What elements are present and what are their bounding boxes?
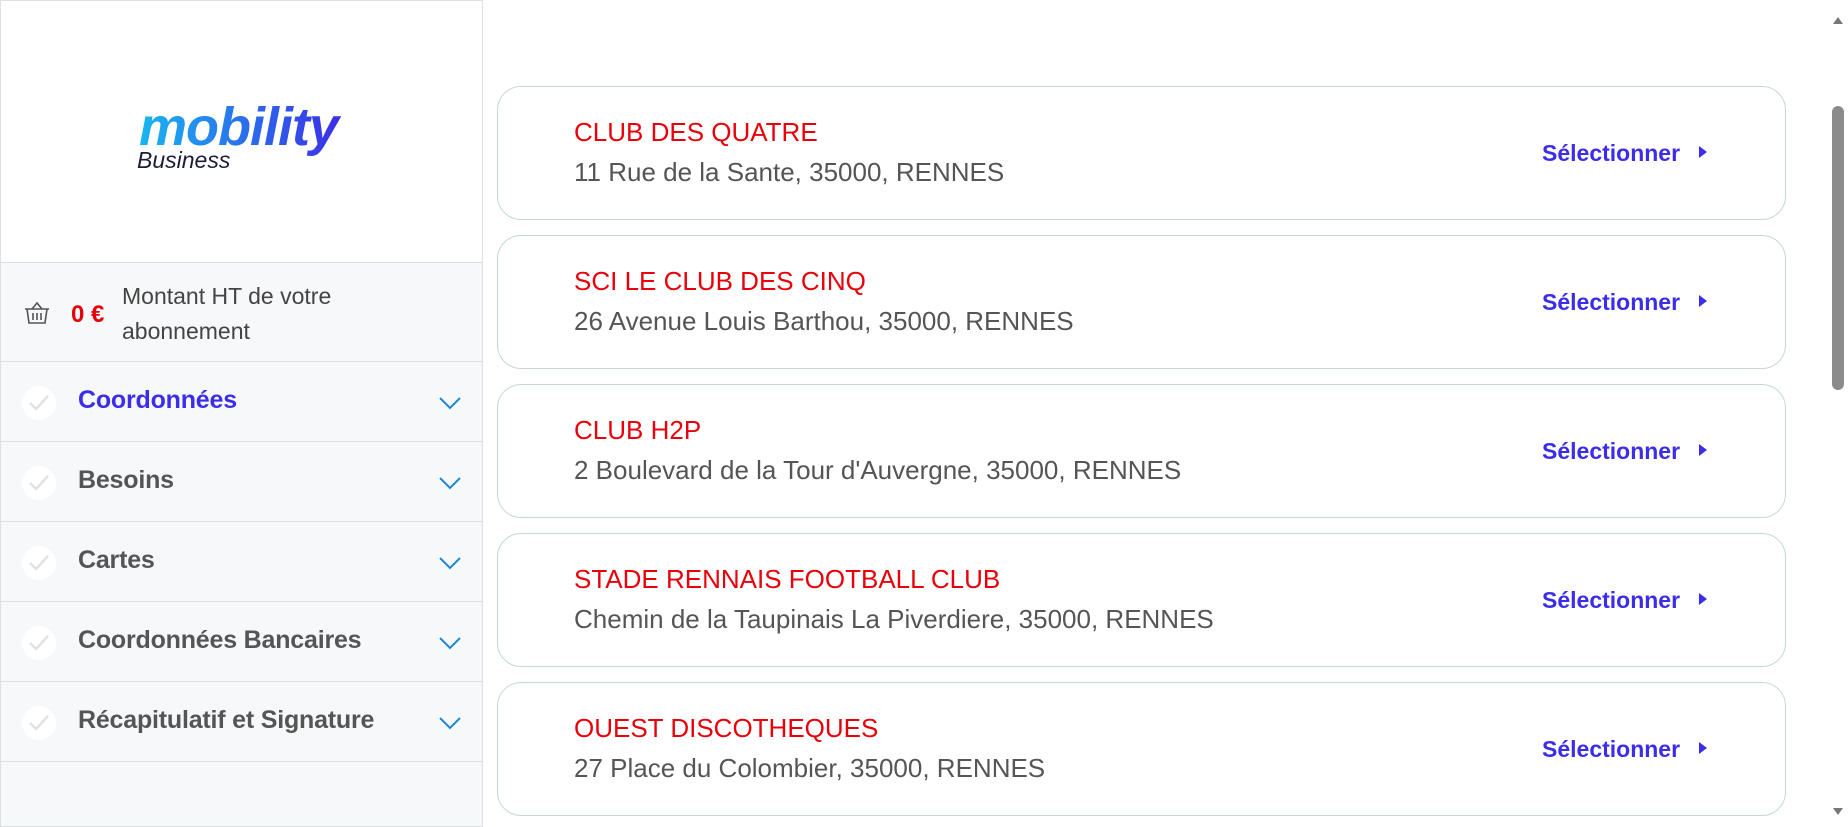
result-name: CLUB H2P — [574, 415, 702, 445]
result-name: STADE RENNAIS FOOTBALL CLUB — [574, 564, 1001, 594]
subscription-amount-row: 0 € Montant HT de votre abonnement — [1, 263, 482, 362]
step-label: Récapitulatif et Signature — [78, 706, 375, 734]
chevron-down-icon[interactable] — [439, 556, 461, 575]
result-name: OUEST DISCOTHEQUES — [574, 713, 879, 743]
result-address: 26 Avenue Louis Barthou, 35000, RENNES — [574, 306, 1074, 336]
logo-sub-text: Business — [137, 147, 231, 173]
select-button-label: Sélectionner — [1542, 289, 1681, 315]
logo-area: mobility Business — [1, 1, 482, 263]
check-icon — [22, 386, 56, 420]
step-besoins[interactable]: Besoins — [1, 442, 482, 522]
caret-right-icon — [1698, 741, 1708, 760]
result-card[interactable]: OUEST DISCOTHEQUES 27 Place du Colombier… — [497, 682, 1786, 816]
caret-right-icon — [1698, 443, 1708, 462]
subscription-amount: 0 € — [71, 301, 105, 328]
step-coordonnees[interactable]: Coordonnées — [1, 362, 482, 442]
select-button[interactable]: Sélectionner — [1542, 140, 1708, 167]
select-button-label: Sélectionner — [1542, 140, 1681, 166]
select-button-label: Sélectionner — [1542, 438, 1681, 464]
step-label: Coordonnées Bancaires — [78, 626, 362, 654]
select-button-label: Sélectionner — [1542, 587, 1681, 613]
result-card[interactable]: CLUB H2P 2 Boulevard de la Tour d'Auverg… — [497, 384, 1786, 518]
result-address: 27 Place du Colombier, 35000, RENNES — [574, 753, 1046, 783]
result-name: SCI LE CLUB DES CINQ — [574, 266, 866, 296]
select-button-label: Sélectionner — [1542, 736, 1681, 762]
step-cartes[interactable]: Cartes — [1, 522, 482, 602]
chevron-down-icon[interactable] — [439, 716, 461, 735]
caret-right-icon — [1698, 592, 1708, 611]
result-address: 2 Boulevard de la Tour d'Auvergne, 35000… — [574, 455, 1182, 485]
check-icon — [22, 706, 56, 740]
step-label: Besoins — [78, 466, 174, 494]
select-button[interactable]: Sélectionner — [1542, 289, 1708, 316]
step-label: Coordonnées — [78, 386, 237, 414]
check-icon — [22, 546, 56, 580]
caret-right-icon — [1698, 294, 1708, 313]
check-icon — [22, 626, 56, 660]
step-coordonnees-bancaires[interactable]: Coordonnées Bancaires — [1, 602, 482, 682]
step-recapitulatif-signature[interactable]: Récapitulatif et Signature — [1, 682, 482, 762]
scrollbar[interactable] — [1828, 0, 1848, 827]
results-list: CLUB DES QUATRE 11 Rue de la Sante, 3500… — [483, 0, 1828, 827]
select-button[interactable]: Sélectionner — [1542, 438, 1708, 465]
step-label: Cartes — [78, 546, 155, 574]
result-card[interactable]: SCI LE CLUB DES CINQ 26 Avenue Louis Bar… — [497, 235, 1786, 369]
chevron-down-icon[interactable] — [439, 396, 461, 415]
scrollbar-thumb[interactable] — [1832, 106, 1844, 390]
result-address: Chemin de la Taupinais La Piverdiere, 35… — [574, 604, 1214, 634]
result-name: CLUB DES QUATRE — [574, 117, 818, 147]
check-icon — [22, 466, 56, 500]
scroll-down-arrow-icon[interactable] — [1832, 804, 1844, 822]
result-card[interactable]: STADE RENNAIS FOOTBALL CLUB Chemin de la… — [497, 533, 1786, 667]
mobility-business-logo: mobility Business — [137, 97, 343, 173]
chevron-down-icon[interactable] — [439, 636, 461, 655]
select-button[interactable]: Sélectionner — [1542, 736, 1708, 763]
result-address: 11 Rue de la Sante, 35000, RENNES — [574, 157, 1005, 187]
scroll-up-arrow-icon[interactable] — [1832, 12, 1844, 30]
select-button[interactable]: Sélectionner — [1542, 587, 1708, 614]
caret-right-icon — [1698, 145, 1708, 164]
chevron-down-icon[interactable] — [439, 476, 461, 495]
sidebar: mobility Business 0 € Montant HT de votr… — [0, 0, 483, 827]
result-card[interactable]: CLUB DES QUATRE 11 Rue de la Sante, 3500… — [497, 86, 1786, 220]
subscription-amount-label: Montant HT de votre abonnement — [122, 283, 332, 344]
basket-icon — [23, 301, 51, 330]
